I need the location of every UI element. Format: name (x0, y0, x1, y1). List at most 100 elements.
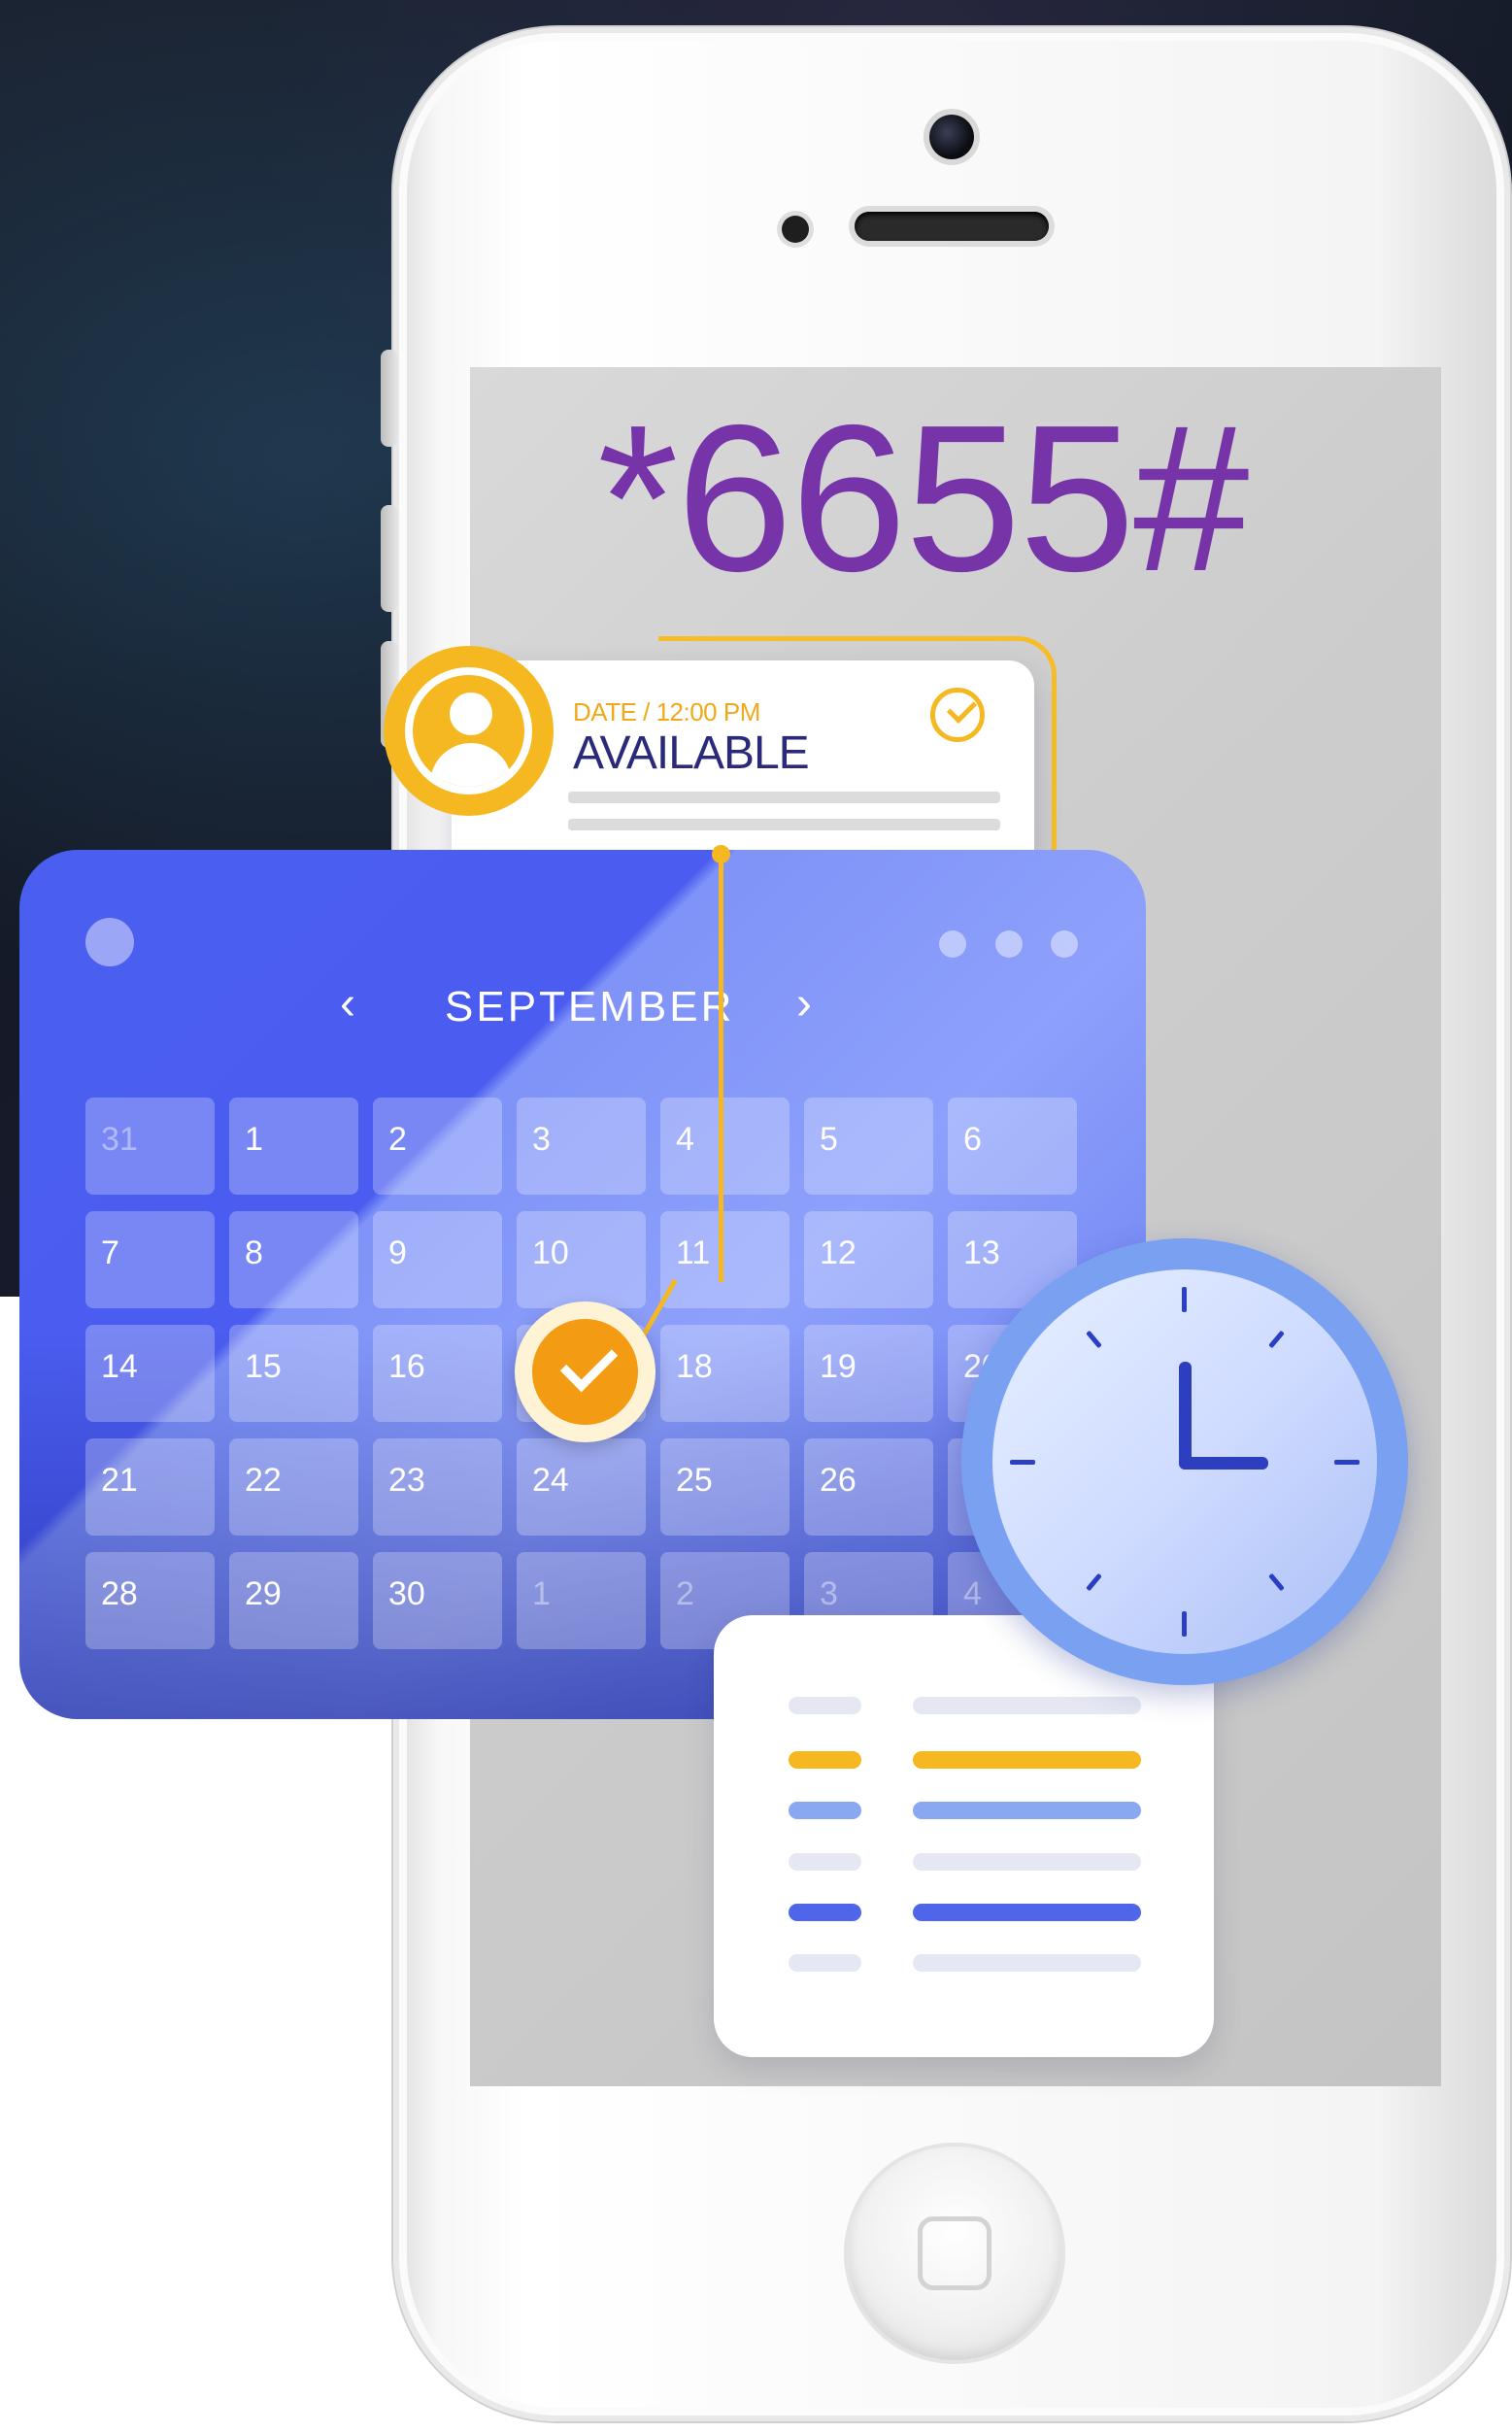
list-bullet (789, 1904, 861, 1921)
calendar-day-number: 9 (388, 1234, 407, 1271)
calendar-day-number: 29 (245, 1575, 282, 1612)
availability-status: AVAILABLE (573, 727, 810, 779)
list-bullet (789, 1697, 861, 1714)
calendar-day-number: 2 (388, 1121, 407, 1158)
selected-date-check-icon[interactable] (515, 1301, 655, 1442)
calendar-day-number: 15 (245, 1348, 282, 1385)
user-icon (405, 667, 532, 794)
chevron-left-icon[interactable]: ‹ (340, 981, 355, 1028)
calendar-day-number: 11 (676, 1234, 711, 1271)
front-camera-icon (929, 115, 974, 159)
window-dot (85, 918, 134, 966)
list-bullet (789, 1954, 861, 1972)
calendar-day[interactable]: 30 (373, 1552, 502, 1649)
window-dot (1051, 930, 1078, 958)
calendar-day-number: 4 (963, 1575, 982, 1612)
calendar-day-number: 6 (963, 1121, 982, 1158)
calendar-day[interactable]: 23 (373, 1438, 502, 1536)
placeholder-line (568, 792, 1000, 803)
user-avatar (384, 646, 554, 816)
calendar-day-number: 30 (388, 1575, 425, 1612)
list-line (913, 1904, 1141, 1921)
calendar-day[interactable]: 2 (373, 1098, 502, 1195)
calendar-day-number: 3 (532, 1121, 551, 1158)
list-line (913, 1954, 1141, 1972)
calendar-day[interactable]: 11 (660, 1211, 790, 1308)
calendar-day[interactable]: 19 (804, 1325, 933, 1422)
clock-face (992, 1269, 1377, 1654)
calendar-day-number: 4 (676, 1121, 694, 1158)
calendar-day[interactable]: 8 (229, 1211, 358, 1308)
list-line (913, 1697, 1141, 1714)
calendar-day[interactable]: 18 (660, 1325, 790, 1422)
list-line (913, 1802, 1141, 1819)
earpiece-speaker (855, 212, 1049, 241)
calendar-day-number: 25 (676, 1462, 713, 1499)
list-bullet (789, 1802, 861, 1819)
window-dot (939, 930, 966, 958)
calendar-day-number: 16 (388, 1348, 425, 1385)
calendar-day[interactable]: 5 (804, 1098, 933, 1195)
calendar-day-number: 3 (820, 1575, 838, 1612)
home-button[interactable] (848, 2146, 1061, 2360)
calendar-day[interactable]: 9 (373, 1211, 502, 1308)
calendar-day[interactable]: 1 (517, 1552, 646, 1649)
list-bullet (789, 1853, 861, 1871)
home-square-icon (918, 2216, 991, 2290)
calendar-day[interactable]: 28 (85, 1552, 215, 1649)
phone-side-button (381, 350, 398, 447)
calendar-day-number: 22 (245, 1462, 282, 1499)
calendar-day-number: 1 (532, 1575, 551, 1612)
calendar-day[interactable]: 3 (517, 1098, 646, 1195)
calendar-day[interactable]: 12 (804, 1211, 933, 1308)
calendar-day[interactable]: 16 (373, 1325, 502, 1422)
clock-minute-hand (1179, 1457, 1268, 1470)
calendar-day-number: 19 (820, 1348, 857, 1385)
calendar-day[interactable]: 29 (229, 1552, 358, 1649)
calendar-day[interactable]: 14 (85, 1325, 215, 1422)
calendar-day-number: 2 (676, 1575, 694, 1612)
calendar-day-number: 10 (532, 1234, 569, 1271)
calendar-day[interactable]: 1 (229, 1098, 358, 1195)
clock-hour-hand (1179, 1362, 1192, 1469)
calendar-day[interactable]: 15 (229, 1325, 358, 1422)
calendar-day-number: 14 (101, 1348, 138, 1385)
calendar-day-number: 31 (101, 1121, 138, 1158)
calendar-day[interactable]: 21 (85, 1438, 215, 1536)
calendar-day-number: 8 (245, 1234, 263, 1271)
calendar-day[interactable]: 4 (660, 1098, 790, 1195)
connector-line (719, 855, 723, 1282)
calendar-day-number: 21 (101, 1462, 138, 1499)
check-circle-icon (930, 688, 985, 742)
clock-icon (961, 1238, 1408, 1685)
calendar-day-number: 12 (820, 1234, 857, 1271)
calendar-day[interactable]: 7 (85, 1211, 215, 1308)
placeholder-line (568, 819, 1000, 830)
calendar-day-number: 5 (820, 1121, 838, 1158)
ussd-code: *6655# (597, 381, 1250, 615)
calendar-month: SEPTEMBER (445, 983, 735, 1031)
calendar-day[interactable]: 24 (517, 1438, 646, 1536)
calendar-day-number: 13 (963, 1234, 1000, 1271)
calendar-day-number: 18 (676, 1348, 713, 1385)
availability-date-time: DATE / 12:00 PM (573, 697, 760, 727)
list-line (913, 1751, 1141, 1769)
proximity-sensor (782, 216, 809, 243)
calendar-day[interactable]: 25 (660, 1438, 790, 1536)
calendar-day[interactable]: 31 (85, 1098, 215, 1195)
calendar-day[interactable]: 22 (229, 1438, 358, 1536)
phone-side-button (381, 505, 398, 612)
schedule-list-card (714, 1615, 1214, 2057)
calendar-day-number: 1 (245, 1121, 263, 1158)
calendar-day-number: 23 (388, 1462, 425, 1499)
calendar-day[interactable]: 6 (948, 1098, 1077, 1195)
calendar-day[interactable]: 10 (517, 1211, 646, 1308)
list-line (913, 1853, 1141, 1871)
calendar-day-number: 28 (101, 1575, 138, 1612)
list-bullet (789, 1751, 861, 1769)
calendar-day-number: 24 (532, 1462, 569, 1499)
chevron-right-icon[interactable]: › (796, 981, 812, 1028)
calendar-day-number: 26 (820, 1462, 857, 1499)
calendar-day[interactable]: 26 (804, 1438, 933, 1536)
calendar-day-number: 7 (101, 1234, 119, 1271)
